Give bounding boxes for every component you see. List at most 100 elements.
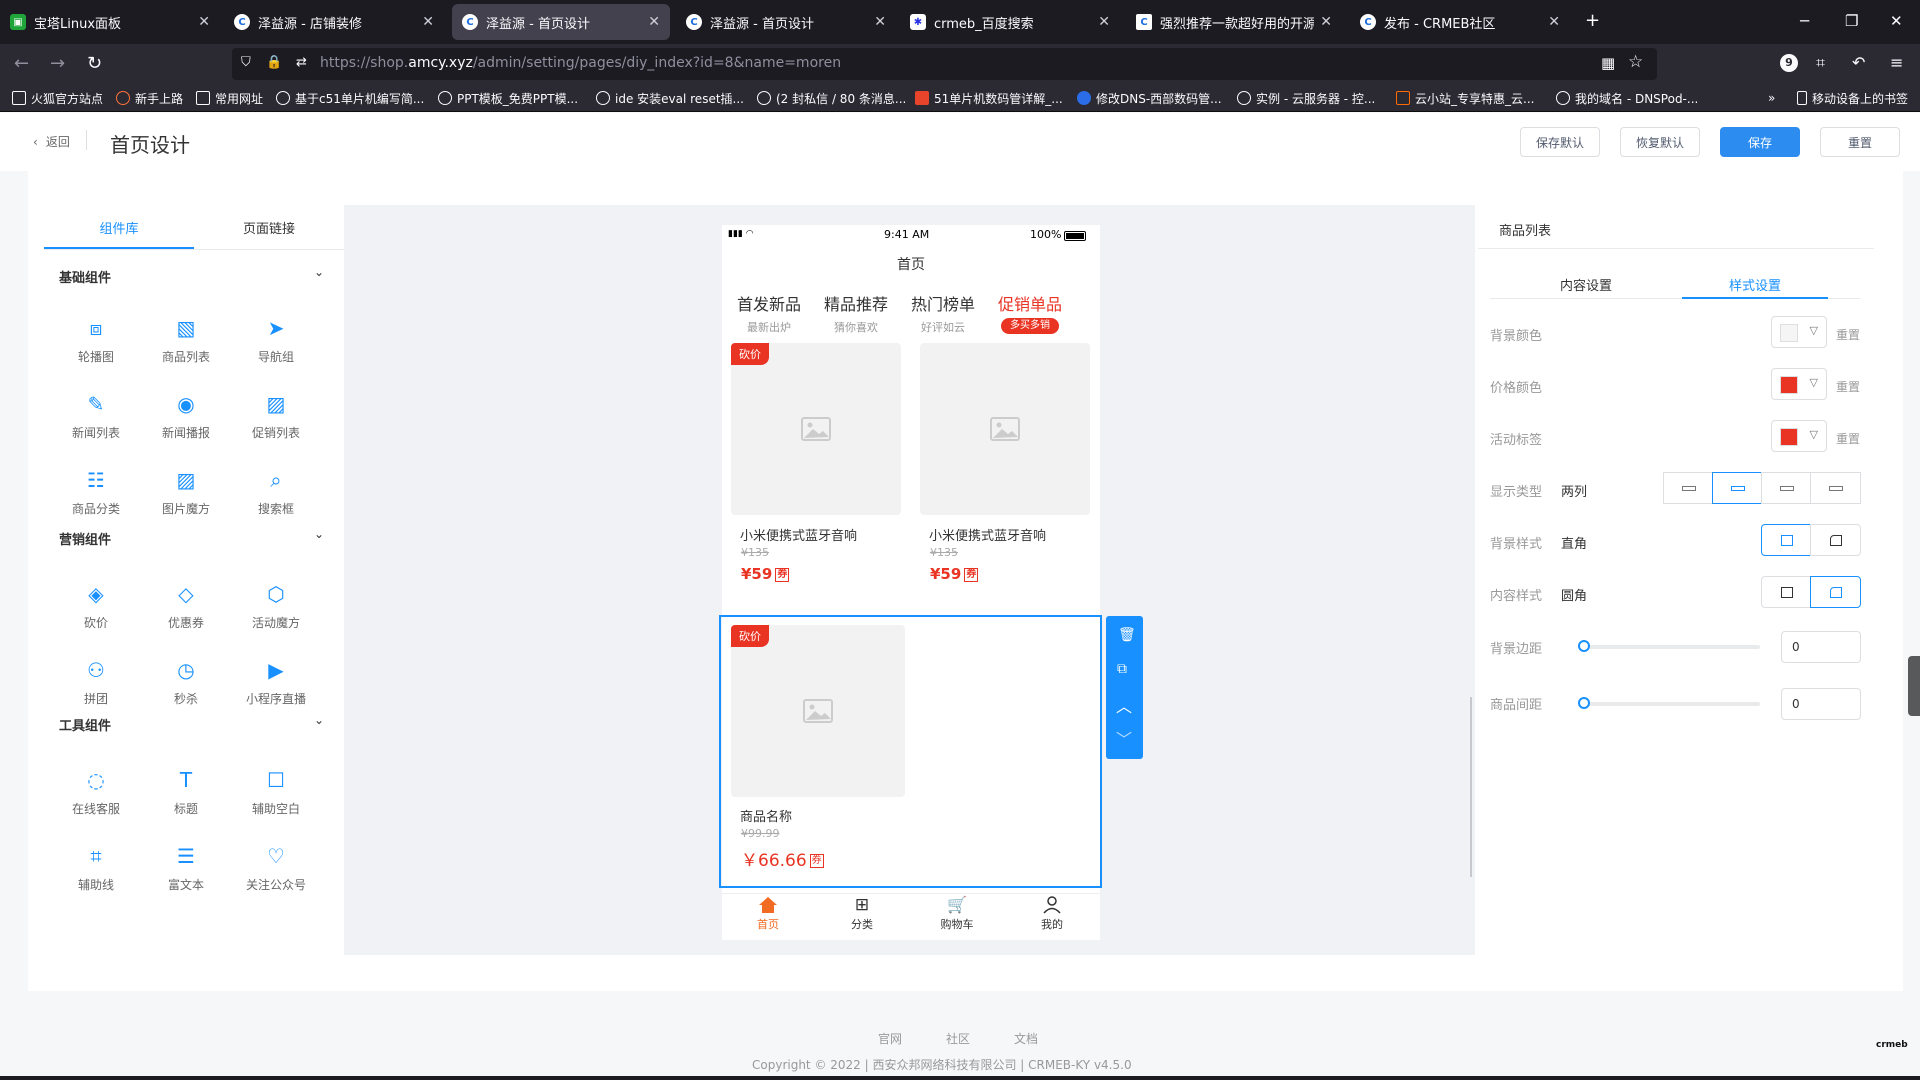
minimize-icon[interactable]: ─ xyxy=(1800,12,1809,30)
component-category[interactable]: ☷ 商品分类 xyxy=(51,468,141,528)
bookmark-item[interactable]: 常用网址 xyxy=(196,89,263,107)
copy-icon[interactable]: ⧉ xyxy=(1117,661,1127,677)
component-bargain[interactable]: ◈ 砍价 xyxy=(51,582,141,642)
bookmark-item[interactable]: 51单片机数码管详解_... xyxy=(915,89,1063,107)
close-icon[interactable]: ✕ xyxy=(1098,14,1110,30)
reload-icon[interactable]: ↻ xyxy=(87,53,102,74)
slider-handle[interactable] xyxy=(1578,697,1590,709)
component-divider[interactable]: ⌗ 辅助线 xyxy=(51,844,141,904)
save-default-button[interactable]: 保存默认 xyxy=(1520,127,1600,157)
square-corner-option-selected[interactable] xyxy=(1761,524,1811,556)
bg-margin-slider[interactable] xyxy=(1578,640,1760,652)
component-promotion-list[interactable]: ▨ 促销列表 xyxy=(231,392,321,452)
more-bookmarks-icon[interactable]: » xyxy=(1768,89,1775,107)
browser-tab[interactable]: ▣ 宝塔Linux面板 ✕ xyxy=(0,4,220,40)
chevron-down-icon[interactable]: ⌄ xyxy=(314,527,324,541)
delete-icon[interactable]: 🗑 xyxy=(1118,627,1136,643)
bookmark-item[interactable]: 修改DNS-西部数码管... xyxy=(1077,89,1222,107)
component-follow[interactable]: ♡ 关注公众号 xyxy=(231,844,321,904)
activity-tag-color-picker[interactable]: ▽ xyxy=(1771,420,1827,452)
reset-bg-color[interactable]: 重置 xyxy=(1836,326,1860,343)
reset-button[interactable]: 重置 xyxy=(1820,127,1900,157)
component-nav-group[interactable]: ➤ 导航组 xyxy=(231,316,321,376)
footer-link-docs[interactable]: 文档 xyxy=(1014,1030,1038,1047)
side-drawer-handle[interactable] xyxy=(1908,656,1920,716)
bookmark-item[interactable]: 基于c51单片机编写简... xyxy=(276,89,424,107)
phone-tab[interactable]: 精品推荐 猜你喜欢 xyxy=(821,291,891,335)
close-icon[interactable]: ✕ xyxy=(1320,14,1332,30)
display-type-option[interactable] xyxy=(1810,472,1861,504)
qr-code-icon[interactable]: ▦ xyxy=(1601,54,1615,72)
phone-tab[interactable]: 首发新品 最新出炉 xyxy=(734,291,804,335)
component-rich-text[interactable]: ☰ 富文本 xyxy=(141,844,231,904)
new-tab-icon[interactable]: + xyxy=(1585,10,1600,31)
item-gap-input[interactable]: 0 xyxy=(1781,688,1861,720)
browser-tab[interactable]: ✱ crmeb_百度搜索 ✕ xyxy=(900,4,1120,40)
bookmark-item[interactable]: ide 安装eval reset插... xyxy=(596,89,744,107)
component-blank[interactable]: ☐ 辅助空白 xyxy=(231,768,321,828)
slider-handle[interactable] xyxy=(1578,640,1590,652)
component-search-box[interactable]: ⌕ 搜索框 xyxy=(231,468,321,528)
browser-tab[interactable]: C 强烈推荐一款超好用的开源电商✕ xyxy=(1126,4,1342,40)
bookmark-item[interactable]: (2 封私信 / 80 条消息... xyxy=(757,89,906,107)
back-link[interactable]: ‹ 返回 xyxy=(33,133,70,150)
section-title-basic[interactable]: 基础组件 xyxy=(59,267,111,286)
back-arrow-icon[interactable]: ← xyxy=(14,53,29,74)
tab-style-settings[interactable]: 样式设置 xyxy=(1682,275,1828,294)
forward-arrow-icon[interactable]: → xyxy=(50,53,65,74)
crop-icon[interactable]: ⌗ xyxy=(1816,53,1825,73)
close-icon[interactable]: ✕ xyxy=(422,14,434,30)
move-down-icon[interactable]: ﹀ xyxy=(1116,726,1132,750)
mobile-bookmarks[interactable]: 移动设备上的书签 xyxy=(1797,89,1908,107)
window-close-icon[interactable]: ✕ xyxy=(1890,12,1903,30)
bookmark-item[interactable]: 实例 - 云服务器 - 控... xyxy=(1237,89,1375,107)
section-title-marketing[interactable]: 营销组件 xyxy=(59,529,111,548)
restore-default-button[interactable]: 恢复默认 xyxy=(1620,127,1700,157)
display-type-option-selected[interactable] xyxy=(1712,472,1762,504)
round-corner-option[interactable] xyxy=(1810,524,1861,556)
close-icon[interactable]: ✕ xyxy=(198,14,210,30)
component-customer-service[interactable]: ◌ 在线客服 xyxy=(51,768,141,828)
tab-content-settings[interactable]: 内容设置 xyxy=(1490,275,1682,294)
shield-icon[interactable]: ⛉ xyxy=(241,55,251,70)
canvas-scrollbar[interactable] xyxy=(1470,697,1472,877)
lock-icon[interactable]: 🔒 xyxy=(266,55,282,70)
menu-icon[interactable]: ≡ xyxy=(1890,53,1903,72)
component-news-list[interactable]: ✎ 新闻列表 xyxy=(51,392,141,452)
chevron-down-icon[interactable]: ⌄ xyxy=(314,265,324,279)
display-type-option[interactable] xyxy=(1663,472,1713,504)
component-activity-cube[interactable]: ⬡ 活动魔方 xyxy=(231,582,321,642)
price-color-picker[interactable]: ▽ xyxy=(1771,368,1827,400)
component-coupon[interactable]: ◇ 优惠券 xyxy=(141,582,231,642)
component-group-buy[interactable]: ⚇ 拼团 xyxy=(51,658,141,718)
close-icon[interactable]: ✕ xyxy=(1548,14,1560,30)
footer-link-community[interactable]: 社区 xyxy=(946,1030,970,1047)
bookmark-item[interactable]: PPT模板_免费PPT模... xyxy=(438,89,578,107)
component-image-cube[interactable]: ▨ 图片魔方 xyxy=(141,468,231,528)
tabbar-cart[interactable]: 🛒 购物车 xyxy=(933,896,981,932)
component-news-broadcast[interactable]: ◉ 新闻播报 xyxy=(141,392,231,452)
browser-tab[interactable]: C 泽益源 - 首页设计 ✕ xyxy=(676,4,896,40)
extension-badge-icon[interactable]: 9 xyxy=(1780,54,1798,72)
bookmark-star-icon[interactable]: ☆ xyxy=(1628,52,1643,72)
component-product-list[interactable]: ▧ 商品列表 xyxy=(141,316,231,376)
bookmark-item[interactable]: 火狐官方站点 xyxy=(12,89,103,107)
component-title[interactable]: T 标题 xyxy=(141,768,231,828)
component-live[interactable]: ▶ 小程序直播 xyxy=(231,658,321,718)
move-up-icon[interactable]: ︿ xyxy=(1116,693,1132,717)
product-image[interactable] xyxy=(731,343,901,515)
bg-color-picker[interactable]: ▽ xyxy=(1771,316,1827,348)
phone-tab[interactable]: 热门榜单 好评如云 xyxy=(908,291,978,335)
bookmark-item[interactable]: 我的域名 - DNSPod-... xyxy=(1556,89,1698,107)
bg-margin-input[interactable]: 0 xyxy=(1781,631,1861,663)
permissions-icon[interactable]: ⇄ xyxy=(296,55,307,70)
product-image[interactable] xyxy=(731,625,905,797)
reset-price-color[interactable]: 重置 xyxy=(1836,378,1860,395)
item-gap-slider[interactable] xyxy=(1578,697,1760,709)
close-icon[interactable]: ✕ xyxy=(648,14,660,30)
close-icon[interactable]: ✕ xyxy=(874,14,886,30)
tabbar-me[interactable]: 我的 xyxy=(1028,896,1076,932)
product-image[interactable] xyxy=(920,343,1090,515)
bookmark-item[interactable]: 云小站_专享特惠_云... xyxy=(1396,89,1534,107)
square-corner-option[interactable] xyxy=(1761,576,1811,608)
